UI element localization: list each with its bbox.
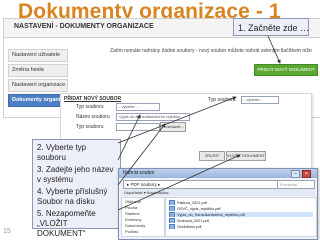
pdf-file-icon [169, 212, 175, 217]
file-type-label: Typ souboru [76, 104, 104, 110]
instruction-callout: 2. Vyberte typ souboru 3. Zadejte jeho n… [32, 139, 121, 238]
file-open-dialog: Nahrát soubor – × ▸ PDF soubory ▸ Prohle… [118, 168, 318, 240]
close-icon[interactable]: × [302, 170, 311, 178]
form-heading: PŘIDAT NOVÝ SOUBOR [64, 96, 122, 102]
file-row[interactable]: Osvědčení.pdf [169, 224, 313, 229]
file-name: OSVČ_výpis_rejstříku.pdf [177, 207, 221, 211]
file-name-input[interactable]: Výpis do Konzultantského rejstříku [116, 113, 190, 121]
cancel-button[interactable]: ZRUŠIT [199, 151, 225, 161]
dialog-toolbar[interactable]: Uspořádat ▾ Nová složka [121, 189, 315, 196]
dialog-titlebar: Nahrát soubor – × [119, 169, 317, 178]
page-number: 15 [3, 228, 11, 235]
file-row[interactable]: OSVČ_výpis_rejstříku.pdf [169, 206, 313, 211]
instruction-step-3: 3. Zadejte jeho název v systému [37, 165, 114, 184]
callout-step-1: 1. Začněte zde … [233, 18, 309, 36]
pdf-file-icon [169, 224, 175, 229]
sidebar-item-org-documents[interactable]: Dokumenty organizace [8, 94, 68, 107]
file-name-label: Název souboru [76, 114, 110, 120]
minimize-icon[interactable]: – [291, 170, 300, 178]
nav-item-favorites[interactable]: Oblíbené [125, 199, 141, 204]
dialog-file-list: Faktura_2021.pdf OSVČ_výpis_rejstříku.pd… [165, 197, 317, 237]
file-name: Faktura_2021.pdf [177, 201, 207, 205]
pdf-file-icon [169, 218, 175, 223]
instruction-step-5: 5. Nezapomeňte „VLOŽIT DOKUMENT“ [37, 209, 96, 238]
file-name: Výpis_do_Konzultantského_rejstříku.pdf [177, 213, 245, 217]
nav-item-downloads[interactable]: Stažené [125, 211, 140, 216]
file-row-selected[interactable]: Výpis_do_Konzultantského_rejstříku.pdf [169, 212, 313, 217]
submit-document-button[interactable]: VLOŽIT DOKUMENT [226, 151, 266, 161]
nav-item-libraries[interactable]: Knihovny [125, 217, 141, 222]
nav-item-desktop[interactable]: Plocha [125, 205, 137, 210]
nav-item-documents[interactable]: Dokumenty [125, 223, 145, 228]
instruction-step-2: 2. Vyberte typ souboru [37, 143, 87, 162]
file-path-input[interactable] [116, 123, 160, 131]
empty-notice: Zatím nemáte nahrány žádné soubory - nov… [110, 48, 312, 54]
add-document-button[interactable]: PŘIDAT NOVÝ DOKUMENT [254, 64, 318, 76]
browse-button[interactable]: Procházet... [160, 122, 186, 132]
sidebar-item-org-settings[interactable]: Nastavení organizace [8, 79, 68, 92]
file-row[interactable]: Faktura_2021.pdf [169, 200, 313, 205]
file-type-select[interactable]: - vyberte - [116, 103, 160, 111]
pdf-file-icon [169, 206, 175, 211]
sidebar-item-change-password[interactable]: Změna hesla [8, 64, 68, 77]
dialog-address-bar[interactable]: ▸ PDF soubory ▸ [123, 180, 278, 189]
instruction-step-4: 4. Vyberte příslušný Soubor na disku [37, 187, 108, 206]
app-header-title: NASTAVENÍ - DOKUMENTY ORGANIZACE [14, 23, 154, 30]
file-type-select-right[interactable]: - vyberte - [241, 96, 279, 104]
dialog-search-input[interactable]: Prohledat [277, 180, 315, 189]
file-row[interactable]: Smlouva_2021.pdf [169, 218, 313, 223]
file-name: Osvědčení.pdf [177, 225, 202, 229]
dialog-nav-pane: Oblíbené Plocha Stažené Knihovny Dokumen… [121, 197, 165, 237]
file-type-label-right: Typ souboru [208, 97, 236, 103]
file-name: Smlouva_2021.pdf [177, 219, 209, 223]
sidebar-item-user-settings[interactable]: Nastavení uživatele [8, 49, 68, 62]
pdf-file-icon [169, 200, 175, 205]
nav-item-computer[interactable]: Počítač [125, 229, 138, 234]
dialog-title: Nahrát soubor [123, 170, 155, 176]
file-browse-label: Typ souboru [76, 124, 104, 130]
